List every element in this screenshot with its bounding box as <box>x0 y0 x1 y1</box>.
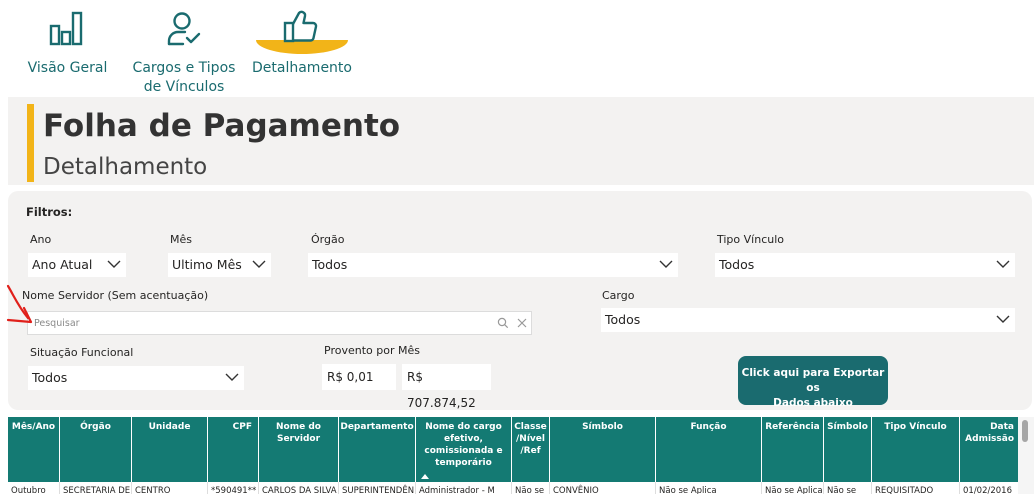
column-header-unidade[interactable]: Unidade <box>132 417 208 482</box>
search-input[interactable] <box>34 316 474 331</box>
column-header-nome-cargo[interactable]: Nome do cargo efetivo, comissionada e te… <box>416 417 512 482</box>
ano-value: Ano Atual <box>32 257 93 272</box>
nome-servidor-search <box>27 311 532 335</box>
thumbs-up-icon <box>283 10 318 43</box>
table-cell: Não se Aplica <box>656 482 762 494</box>
table-header: Mês/Ano Órgão Unidade CPF Nome do Servid… <box>8 417 1018 482</box>
nome-servidor-label: Nome Servidor (Sem acentuação) <box>22 289 209 302</box>
provento-min-input[interactable]: R$ 0,01 <box>322 364 396 390</box>
column-header-cpf[interactable]: CPF <box>208 417 259 482</box>
search-icon[interactable] <box>497 317 509 329</box>
table-row[interactable]: Outubro SECRETARIA DE CENTRO *590491** C… <box>8 482 1018 494</box>
column-header-tipo-vinculo[interactable]: Tipo Vínculo <box>872 417 960 482</box>
cargo-value: Todos <box>605 312 641 327</box>
nav-label-detalhamento: Detalhamento <box>252 60 352 76</box>
scrollbar-thumb[interactable] <box>1022 420 1028 442</box>
table-cell: REQUISITADO <box>872 482 960 494</box>
column-header-data-admissao[interactable]: Data Admissão <box>960 417 1018 482</box>
chevron-down-icon <box>107 260 121 268</box>
orgao-label: Órgão <box>311 233 345 246</box>
report-nav: Visão Geral Cargos e Tipos de Vínculos D… <box>0 0 1034 97</box>
column-header-orgao[interactable]: Órgão <box>60 417 132 482</box>
mes-label: Mês <box>170 233 192 246</box>
bar-chart-icon <box>49 11 83 46</box>
user-check-icon <box>167 12 201 46</box>
column-header-nome-servidor[interactable]: Nome do Servidor <box>259 417 339 482</box>
red-arrow-annotation <box>6 284 33 324</box>
mes-value: Ultimo Mês <box>172 257 242 272</box>
table-cell: SUPERINTENDÊN <box>339 482 416 494</box>
tipo-vinculo-value: Todos <box>719 257 755 272</box>
table-cell: Não se <box>512 482 550 494</box>
column-header-departamento[interactable]: Departamento <box>339 417 416 482</box>
tipo-vinculo-dropdown[interactable]: Todos <box>715 253 1015 277</box>
table-cell: CARLOS DA SILVA <box>259 482 339 494</box>
filters-heading: Filtros: <box>26 205 73 219</box>
page-subtitle: Detalhamento <box>43 154 208 180</box>
cargo-dropdown[interactable]: Todos <box>601 308 1015 332</box>
table-cell: Não se <box>824 482 872 494</box>
header-accent-bar <box>27 104 34 182</box>
data-table: Mês/Ano Órgão Unidade CPF Nome do Servid… <box>8 417 1018 494</box>
table-cell: Outubro <box>8 482 60 494</box>
table-cell: 01/02/2016 <box>963 486 1012 494</box>
situacao-dropdown[interactable]: Todos <box>28 366 244 390</box>
tipo-vinculo-label: Tipo Vínculo <box>717 233 785 246</box>
ano-label: Ano <box>30 233 52 246</box>
mes-dropdown[interactable]: Ultimo Mês <box>168 253 271 277</box>
export-button-line1: Click aqui para Exportar os <box>741 367 885 394</box>
situacao-label: Situação Funcional <box>30 346 134 359</box>
table-cell: Administrador - M <box>416 482 512 494</box>
nav-item-cargos[interactable]: Cargos e Tipos de Vínculos <box>128 0 240 97</box>
table-cell: SECRETARIA DE <box>60 482 132 494</box>
column-header-classe[interactable]: Classe /Nível /Ref <box>512 417 550 482</box>
ano-dropdown[interactable]: Ano Atual <box>28 253 126 277</box>
nav-label-visao-geral: Visão Geral <box>27 60 108 76</box>
table-scrollbar[interactable] <box>1018 417 1034 494</box>
nav-label-cargos-1: Cargos e Tipos <box>132 60 236 76</box>
table-cell: CONVÊNIO <box>550 482 656 494</box>
chevron-down-icon <box>996 315 1010 323</box>
column-header-simbolo[interactable]: Símbolo <box>550 417 656 482</box>
column-header-simbolo-2[interactable]: Símbolo <box>824 417 872 482</box>
cargo-label: Cargo <box>602 289 635 302</box>
provento-label: Provento por Mês <box>324 344 420 357</box>
nav-label-cargos-2: de Vínculos <box>143 79 225 95</box>
column-header-mes-ano[interactable]: Mês/Ano <box>8 417 60 482</box>
orgao-value: Todos <box>312 257 348 272</box>
nav-item-detalhamento[interactable]: Detalhamento <box>250 0 354 80</box>
orgao-dropdown[interactable]: Todos <box>308 253 678 277</box>
table-cell: *590491** <box>208 482 259 494</box>
clear-icon[interactable] <box>516 317 528 329</box>
chevron-down-icon <box>252 260 266 268</box>
table-cell: CENTRO <box>132 482 208 494</box>
nav-item-visao-geral[interactable]: Visão Geral <box>20 0 115 80</box>
export-button[interactable]: Click aqui para Exportar os Dados abaixo <box>738 356 888 409</box>
page-title: Folha de Pagamento <box>43 108 401 144</box>
sort-ascending-icon <box>421 474 429 479</box>
situacao-value: Todos <box>32 370 68 385</box>
export-button-line2: Dados abaixo <box>773 397 853 409</box>
column-header-funcao[interactable]: Função <box>656 417 762 482</box>
table-cell: Não se Aplica <box>762 482 824 494</box>
provento-max-input[interactable]: R$ 707.874,52 <box>402 364 491 410</box>
chevron-down-icon <box>659 260 673 268</box>
chevron-down-icon <box>996 260 1010 268</box>
chevron-down-icon <box>225 373 239 381</box>
column-header-referencia[interactable]: Referência <box>762 417 824 482</box>
